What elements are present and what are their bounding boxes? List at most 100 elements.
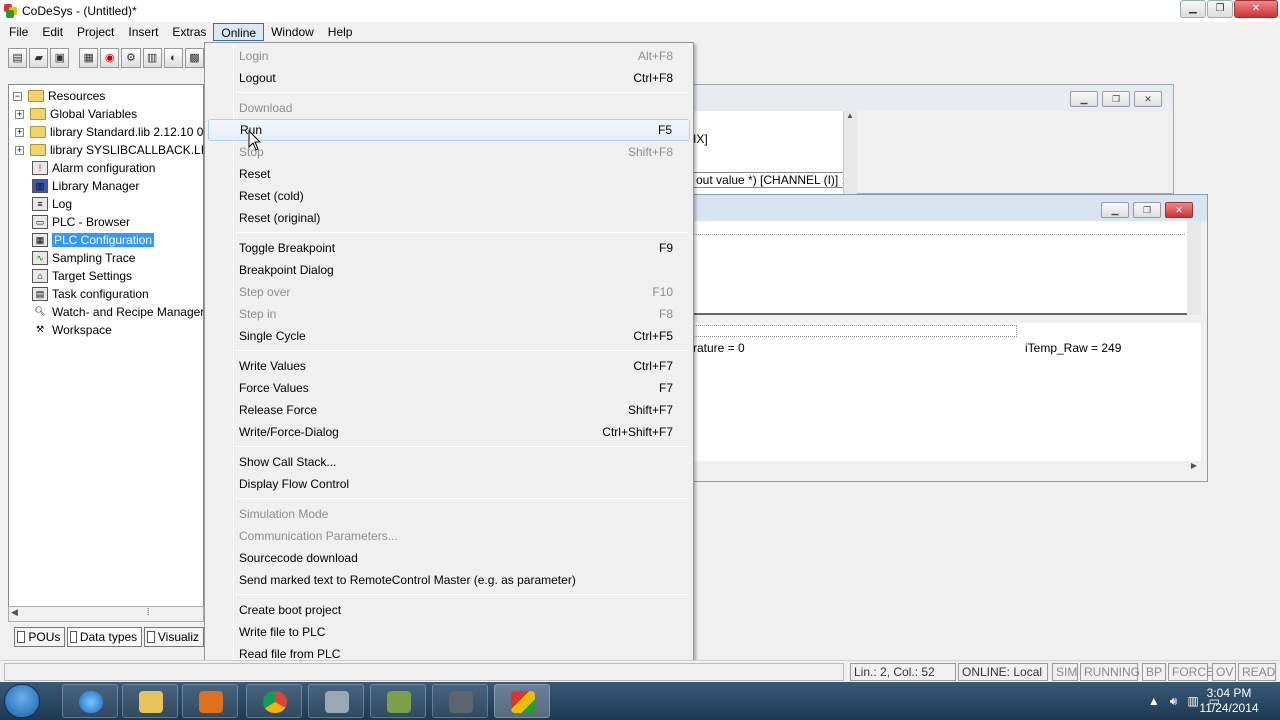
step-icon[interactable]: ▥ (142, 48, 162, 68)
menu-project[interactable]: Project (70, 23, 121, 41)
alarm-icon: ! (32, 161, 48, 175)
codesys-app-icon (4, 4, 18, 18)
codesys-taskbar-icon[interactable] (494, 684, 550, 718)
file-explorer-icon[interactable] (122, 684, 178, 718)
menu-item-write-file-to-plc[interactable]: Write file to PLC (208, 621, 690, 643)
menu-item-label: Simulation Mode (239, 507, 329, 521)
taskbar-clock[interactable]: 3:04 PM 11/24/2014 (1194, 686, 1264, 716)
maximize-button[interactable]: ❐ (1207, 0, 1233, 18)
tree-item-target-settings[interactable]: ⌂ Target Settings (32, 267, 132, 285)
menu-item-toggle-breakpoint[interactable]: Toggle Breakpoint F9 (208, 237, 690, 259)
tree-item-resources[interactable]: − Resources (13, 87, 105, 105)
compile-icon[interactable]: ▦ (79, 48, 99, 68)
menu-item-logout[interactable]: Logout Ctrl+F8 (208, 67, 690, 89)
start-button-icon[interactable] (4, 684, 40, 718)
menu-item-write-force-dialog[interactable]: Write/Force-Dialog Ctrl+Shift+F7 (208, 421, 690, 443)
menu-item-create-boot-project[interactable]: Create boot project (208, 599, 690, 621)
volume-icon[interactable]: 🔊︎ (1170, 694, 1178, 709)
folder-icon (30, 126, 46, 138)
tool-icon[interactable]: ▩ (184, 48, 204, 68)
horizontal-scrollbar[interactable]: ▶ (693, 461, 1201, 475)
menu-item-reset[interactable]: Reset (208, 163, 690, 185)
menu-item-simulation-mode: Simulation Mode (208, 503, 690, 525)
menu-item-label: Reset (cold) (239, 189, 304, 203)
menu-item-force-values[interactable]: Force Values F7 (208, 377, 690, 399)
menu-item-single-cycle[interactable]: Single Cycle Ctrl+F5 (208, 325, 690, 347)
scroll-up-icon[interactable]: ▲ (846, 111, 854, 120)
tree-item-library-standard[interactable]: + library Standard.lib 2.12.10 04:48 (15, 123, 203, 141)
tree-item-plc-configuration[interactable]: ▦ PLC Configuration (32, 231, 155, 249)
tab-pous[interactable]: POUs (14, 627, 66, 647)
menu-item-shortcut: Shift+F8 (627, 145, 673, 159)
menu-item-show-call-stack[interactable]: Show Call Stack... (208, 451, 690, 473)
mdi-minimize-button[interactable]: ▁ (1070, 91, 1098, 107)
minimize-button[interactable]: ▁ (1180, 0, 1206, 18)
media-player-icon[interactable] (182, 684, 238, 718)
save-icon[interactable]: ▣ (50, 48, 70, 68)
breakpoint-icon[interactable]: ◐ (163, 48, 183, 68)
menu-item-sourcecode-download[interactable]: Sourcecode download (208, 547, 690, 569)
chrome-icon[interactable] (246, 684, 302, 718)
tree-item-watch-recipe-manager[interactable]: 🔍︎ Watch- and Recipe Manager (32, 303, 203, 321)
tree-item-plc-browser[interactable]: ▭ PLC - Browser (32, 213, 130, 231)
menu-item-reset-original[interactable]: Reset (original) (208, 207, 690, 229)
menu-extras[interactable]: Extras (165, 23, 213, 41)
login-icon[interactable]: ⚙ (121, 48, 141, 68)
network-tool-icon[interactable] (308, 684, 364, 718)
close-button[interactable]: ✕ (1234, 0, 1278, 18)
internet-explorer-icon[interactable] (62, 684, 118, 718)
mdi-minimize-button[interactable]: ▁ (1101, 202, 1129, 218)
tree-item-global-variables[interactable]: + Global Variables (15, 105, 137, 123)
tab-visualizations[interactable]: Visualiz (144, 627, 204, 647)
scroll-right-icon[interactable]: ▶ (1191, 461, 1197, 470)
menu-item-display-flow-control[interactable]: Display Flow Control (208, 473, 690, 495)
open-folder-icon[interactable]: ▰ (29, 48, 49, 68)
menu-edit[interactable]: Edit (35, 23, 70, 41)
plc-tool-icon[interactable] (370, 684, 426, 718)
vertical-scrollbar[interactable]: ▲ (843, 111, 857, 195)
menu-item-run[interactable]: Run F5 (208, 119, 690, 141)
menu-item-send-marked-text-to-remotecontrol-master-e-g-as-parameter[interactable]: Send marked text to RemoteControl Master… (208, 569, 690, 591)
object-tree: − Resources + Global Variables + library… (8, 84, 204, 622)
menu-separator (236, 92, 688, 93)
expand-icon[interactable]: + (15, 127, 24, 137)
expand-icon[interactable]: + (15, 109, 24, 119)
menu-item-communication-parameters: Communication Parameters... (208, 525, 690, 547)
scroll-left-icon[interactable]: ◀ (11, 607, 18, 618)
tree-item-alarm-configuration[interactable]: ! Alarm configuration (32, 159, 155, 177)
mdi-close-button[interactable]: ✕ (1134, 91, 1162, 107)
stop-icon[interactable]: ◉ (100, 48, 120, 68)
mdi-restore-button[interactable]: ❐ (1102, 91, 1130, 107)
clock-date: 11/24/2014 (1199, 701, 1259, 715)
tree-item-workspace[interactable]: ⚒ Workspace (32, 321, 112, 339)
mdi-restore-button[interactable]: ❐ (1133, 202, 1161, 218)
menu-item-release-force[interactable]: Release Force Shift+F7 (208, 399, 690, 421)
tree-item-label: library SYSLIBCALLBACK.LIB 2 (50, 143, 204, 157)
tree-item-task-configuration[interactable]: ▤ Task configuration (32, 285, 149, 303)
tree-item-log[interactable]: ≡ Log (32, 195, 72, 213)
mdi-close-button[interactable]: ✕ (1165, 202, 1193, 218)
scroll-thumb-grip[interactable]: ⦙ (147, 607, 149, 618)
tree-item-sampling-trace[interactable]: ∿ Sampling Trace (32, 249, 135, 267)
show-hidden-icons-icon[interactable]: ▲ (1148, 694, 1160, 708)
menu-item-label: Force Values (239, 381, 309, 395)
menu-window[interactable]: Window (264, 23, 321, 41)
menu-item-write-values[interactable]: Write Values Ctrl+F7 (208, 355, 690, 377)
menu-online[interactable]: Online (213, 23, 265, 41)
remote-desktop-icon[interactable] (432, 684, 488, 718)
library-icon: ▥ (32, 179, 48, 193)
menu-insert[interactable]: Insert (121, 23, 165, 41)
tab-data-types[interactable]: Data types (67, 627, 143, 647)
tree-horizontal-scrollbar[interactable]: ◀ ⦙ (8, 606, 204, 622)
vertical-scrollbar[interactable] (1187, 221, 1201, 315)
collapse-icon[interactable]: − (13, 91, 22, 101)
menu-help[interactable]: Help (321, 23, 360, 41)
menu-file[interactable]: File (2, 23, 35, 41)
cursor-position: Lin.: 2, Col.: 52 (850, 663, 956, 681)
tree-item-library-syslibcallback[interactable]: + library SYSLIBCALLBACK.LIB 2 (15, 141, 204, 159)
tree-item-library-manager[interactable]: ▥ Library Manager (32, 177, 139, 195)
new-file-icon[interactable]: ▤ (8, 48, 28, 68)
menu-item-breakpoint-dialog[interactable]: Breakpoint Dialog (208, 259, 690, 281)
expand-icon[interactable]: + (15, 145, 24, 155)
menu-item-reset-cold[interactable]: Reset (cold) (208, 185, 690, 207)
